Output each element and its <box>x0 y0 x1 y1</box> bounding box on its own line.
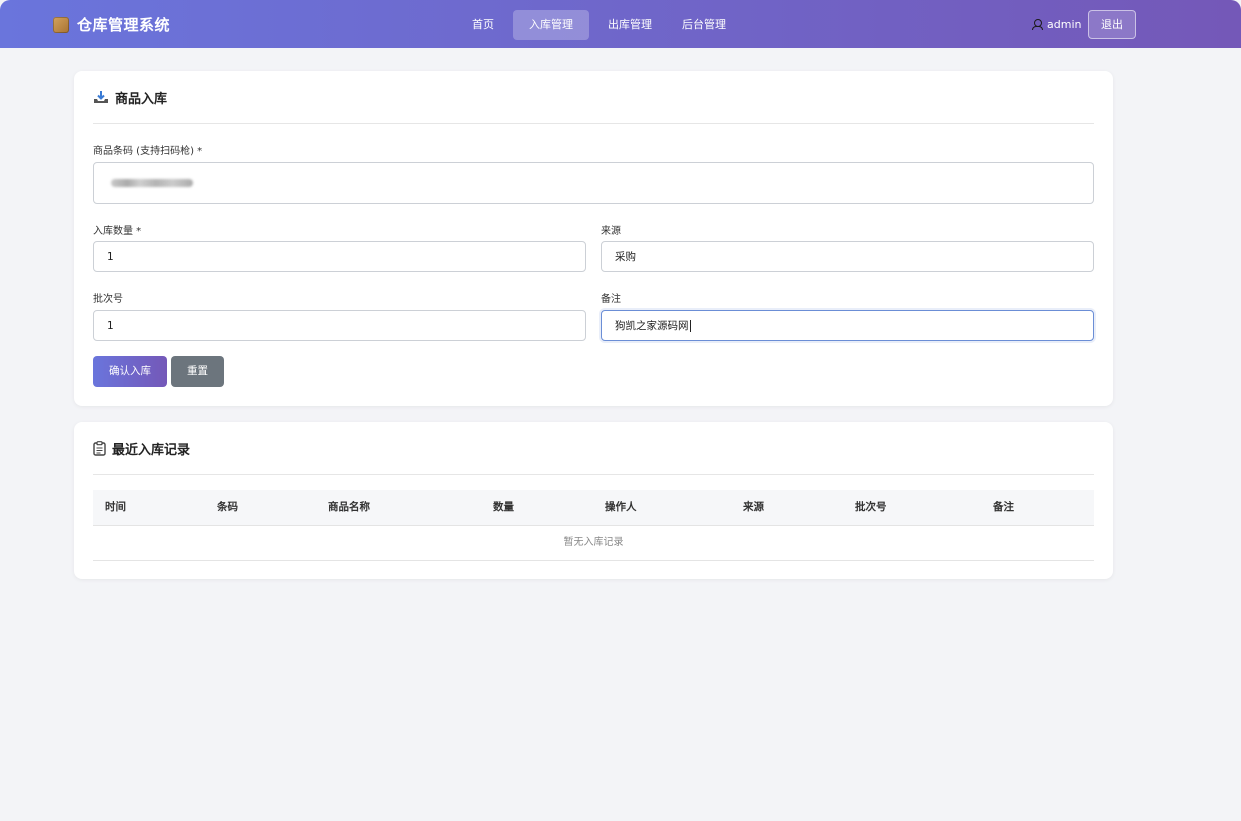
col-product-name: 商品名称 <box>328 501 370 513</box>
box-icon <box>53 16 69 33</box>
col-source: 来源 <box>743 501 764 513</box>
remark-value: 狗凯之家源码网 <box>615 320 689 332</box>
records-empty-row: 暂无入库记录 <box>93 525 1094 561</box>
user-icon <box>1032 19 1043 30</box>
records-table-header: 时间 条码 商品名称 数量 操作人 来源 批次号 备注 <box>93 490 1094 526</box>
inbound-title: 商品入库 <box>115 91 168 107</box>
records-card-header: 最近入库记录 <box>93 422 1094 475</box>
nav-admin[interactable]: 后台管理 <box>671 10 737 40</box>
username: admin <box>1047 18 1082 31</box>
brand[interactable]: 仓库管理系统 <box>53 14 170 35</box>
inbox-tray-icon <box>94 91 108 103</box>
nav-outbound[interactable]: 出库管理 <box>597 10 663 40</box>
app-window: 仓库管理系统 首页 入库管理 出库管理 后台管理 admin 退出 商品入库 商… <box>0 0 1241 821</box>
source-label: 来源 <box>601 226 621 237</box>
batch-input[interactable]: 1 <box>93 310 586 341</box>
app-title: 仓库管理系统 <box>77 16 171 34</box>
remark-label: 备注 <box>601 294 621 305</box>
inbound-card-header: 商品入库 <box>93 71 1094 124</box>
clipboard-icon <box>93 440 106 456</box>
nav-home[interactable]: 首页 <box>461 10 505 40</box>
col-quantity: 数量 <box>493 501 514 513</box>
confirm-inbound-button[interactable]: 确认入库 <box>93 356 167 387</box>
top-navbar: 仓库管理系统 首页 入库管理 出库管理 后台管理 admin 退出 <box>0 0 1241 48</box>
inbound-form-card: 商品入库 商品条码 (支持扫码枪) * 入库数量 * 1 来源 采购 批次号 1… <box>74 71 1113 406</box>
current-user: admin <box>1032 18 1081 31</box>
recent-records-card: 最近入库记录 时间 条码 商品名称 数量 操作人 来源 批次号 备注 暂无入库记… <box>74 422 1113 579</box>
nav-links: 首页 入库管理 出库管理 后台管理 <box>461 10 745 40</box>
batch-value: 1 <box>107 319 114 332</box>
reset-button[interactable]: 重置 <box>171 356 224 387</box>
logout-button[interactable]: 退出 <box>1088 10 1136 39</box>
barcode-label: 商品条码 (支持扫码枪) * <box>93 146 203 157</box>
nav-inbound[interactable]: 入库管理 <box>513 10 589 40</box>
remark-input[interactable]: 狗凯之家源码网 <box>601 310 1094 341</box>
records-title: 最近入库记录 <box>112 442 191 458</box>
barcode-input[interactable] <box>93 162 1094 204</box>
col-remark: 备注 <box>993 501 1014 513</box>
source-select[interactable]: 采购 <box>601 241 1094 272</box>
text-caret <box>689 319 691 332</box>
col-batch: 批次号 <box>855 501 887 513</box>
barcode-value-redacted <box>111 179 193 187</box>
batch-label: 批次号 <box>93 294 123 305</box>
col-operator: 操作人 <box>605 501 637 513</box>
quantity-value: 1 <box>107 250 114 263</box>
col-time: 时间 <box>105 501 126 513</box>
quantity-label: 入库数量 * <box>93 226 142 237</box>
quantity-input[interactable]: 1 <box>93 241 586 272</box>
source-value: 采购 <box>615 251 636 263</box>
col-barcode: 条码 <box>217 501 238 513</box>
